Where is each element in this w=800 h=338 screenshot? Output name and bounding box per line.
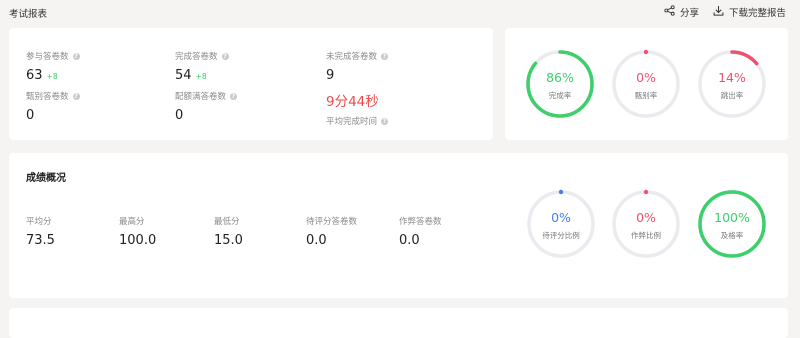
score-overview-card: 成绩概况 平均分 73.5 最高分 100.0 最低分 15.0 待评分答卷数 … bbox=[9, 153, 788, 298]
stat-label: 配额满答卷数 bbox=[175, 92, 227, 102]
question-icon[interactable]: ? bbox=[381, 117, 389, 125]
ring-percent: 0% bbox=[636, 70, 656, 85]
ring-percent: 0% bbox=[636, 210, 656, 225]
stat-participants: 参与答卷数? 63 +8 bbox=[26, 50, 80, 83]
stat-label: 待评分答卷数 bbox=[306, 217, 358, 227]
question-icon[interactable]: ? bbox=[72, 52, 80, 60]
stat-incomplete: 未完成答卷数? 9 bbox=[326, 50, 389, 83]
share-icon bbox=[664, 5, 675, 19]
ring-percent: 86% bbox=[546, 70, 574, 85]
top-actions: 分享 下载完整报告 bbox=[664, 5, 786, 19]
ring-label: 完成率 bbox=[548, 91, 572, 100]
stat-delta: +8 bbox=[46, 72, 58, 81]
stat-value: 15.0 bbox=[214, 233, 243, 248]
score-min: 最低分 15.0 bbox=[214, 215, 243, 248]
stat-label: 参与答卷数 bbox=[26, 52, 69, 62]
stat-value: 0 bbox=[175, 108, 184, 123]
stat-value: 0 bbox=[26, 108, 35, 123]
question-icon[interactable]: ? bbox=[230, 92, 238, 100]
ring-percent: 14% bbox=[718, 70, 746, 85]
stat-value: 54 bbox=[175, 68, 192, 83]
download-icon bbox=[713, 5, 724, 19]
stat-value: 73.5 bbox=[26, 233, 55, 248]
ring-label: 待评分比例 bbox=[542, 231, 580, 240]
score-max: 最高分 100.0 bbox=[119, 215, 156, 248]
ring-label: 作弊比例 bbox=[631, 231, 661, 240]
question-icon[interactable]: ? bbox=[381, 52, 389, 60]
rate-rings-card: 86% 完成率 0% 甄别率 14% 跳出率 bbox=[505, 28, 788, 140]
stat-quota-full: 配额满答卷数? 0 bbox=[175, 90, 238, 123]
download-report-button[interactable]: 下载完整报告 bbox=[713, 5, 786, 19]
ring-label: 及格率 bbox=[720, 231, 744, 240]
next-card bbox=[9, 308, 788, 338]
ring-label: 跳出率 bbox=[720, 91, 744, 100]
share-label: 分享 bbox=[679, 8, 699, 19]
top-bar: 考试报表 分享 下载完整报告 bbox=[0, 0, 800, 24]
ring-start-dot bbox=[643, 189, 649, 195]
stat-delta: +8 bbox=[195, 72, 207, 81]
ring-cheat-ratio: 0% 作弊比例 bbox=[611, 189, 681, 259]
ring-pass-rate: 100% 及格率 bbox=[697, 189, 767, 259]
ring-percent: 100% bbox=[714, 210, 750, 225]
stat-label: 作弊答卷数 bbox=[399, 217, 442, 227]
stat-label: 未完成答卷数 bbox=[326, 52, 378, 62]
stat-completed: 完成答卷数? 54 +8 bbox=[175, 50, 229, 83]
stat-jumped: 甄别答卷数? 0 bbox=[26, 90, 80, 123]
share-button[interactable]: 分享 bbox=[664, 5, 699, 19]
score-cheat: 作弊答卷数 0.0 bbox=[399, 215, 442, 248]
ring-percent: 0% bbox=[551, 210, 571, 225]
section-title: 成绩概况 bbox=[26, 173, 66, 184]
ring-start-dot bbox=[558, 189, 564, 195]
stat-label: 最低分 bbox=[214, 217, 240, 227]
question-icon[interactable]: ? bbox=[72, 92, 80, 100]
ring-bounce-rate: 14% 跳出率 bbox=[697, 49, 767, 119]
stat-label: 甄别答卷数 bbox=[26, 92, 69, 102]
ring-screen-rate: 0% 甄别率 bbox=[611, 49, 681, 119]
stat-avg-time: 9分44秒 平均完成时间? bbox=[326, 90, 389, 127]
stat-value: 0.0 bbox=[399, 233, 420, 248]
download-label: 下载完整报告 bbox=[728, 8, 786, 19]
stat-value: 9 bbox=[326, 68, 335, 83]
score-pending: 待评分答卷数 0.0 bbox=[306, 215, 357, 248]
page-title: 考试报表 bbox=[9, 9, 48, 20]
stat-value: 0.0 bbox=[306, 233, 327, 248]
ring-start-dot bbox=[643, 49, 649, 55]
stat-label: 平均完成时间 bbox=[326, 117, 378, 127]
question-icon[interactable]: ? bbox=[221, 52, 229, 60]
ring-completion-rate: 86% 完成率 bbox=[525, 49, 595, 119]
stat-label: 最高分 bbox=[119, 217, 145, 227]
score-avg: 平均分 73.5 bbox=[26, 215, 55, 248]
ring-label: 甄别率 bbox=[634, 91, 658, 100]
stat-label: 平均分 bbox=[26, 217, 52, 227]
stat-value: 63 bbox=[26, 68, 43, 83]
avg-time-value: 9分44秒 bbox=[326, 94, 379, 110]
answer-stats-card: 参与答卷数? 63 +8 完成答卷数? 54 +8 未完成答卷数? 9 甄别答卷数?… bbox=[9, 28, 493, 140]
stat-value: 100.0 bbox=[119, 233, 157, 248]
ring-pending-ratio: 0% 待评分比例 bbox=[526, 189, 596, 259]
stat-label: 完成答卷数 bbox=[175, 52, 218, 62]
